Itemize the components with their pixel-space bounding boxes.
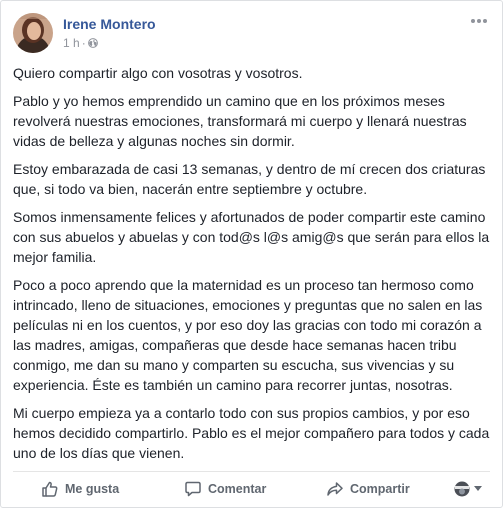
- comment-label: Comentar: [208, 482, 267, 496]
- post-timestamp[interactable]: 1 h: [63, 36, 80, 50]
- post-paragraph: Poco a poco aprendo que la maternidad es…: [13, 277, 483, 393]
- post-meta: 1 h ·: [63, 36, 98, 50]
- speech-bubble-icon: [184, 480, 202, 498]
- share-label: Compartir: [350, 482, 410, 496]
- post-card: Irene Montero 1 h · Quiero compartir alg…: [0, 0, 503, 508]
- post-actions-bar: Me gusta Comentar Compartir: [13, 472, 490, 506]
- profile-avatar-icon: [454, 481, 470, 497]
- post-paragraph: Somos inmensamente felices y afortunados…: [13, 209, 490, 265]
- like-label: Me gusta: [65, 482, 120, 496]
- like-button[interactable]: Me gusta: [41, 480, 119, 498]
- comment-button[interactable]: Comentar: [184, 480, 266, 498]
- post-body: Quiero compartir algo con vosotras y vos…: [13, 63, 490, 471]
- post-paragraph: Mi cuerpo empieza ya a contarlo todo con…: [13, 405, 490, 461]
- share-button[interactable]: Compartir: [326, 480, 410, 498]
- post-paragraph: Pablo y yo hemos emprendido un camino qu…: [13, 93, 467, 149]
- post-header: Irene Montero 1 h ·: [13, 13, 490, 57]
- author-name[interactable]: Irene Montero: [63, 16, 156, 32]
- share-arrow-icon: [326, 480, 344, 498]
- caret-down-icon: [474, 486, 482, 492]
- reaction-identity-selector[interactable]: [454, 481, 482, 497]
- post-paragraph: Quiero compartir algo con vosotras y vos…: [13, 65, 303, 81]
- more-options-icon[interactable]: [470, 15, 488, 25]
- public-globe-icon[interactable]: [87, 38, 98, 48]
- post-paragraph: Estoy embarazada de casi 13 semanas, y d…: [13, 161, 486, 197]
- meta-separator: ·: [81, 36, 86, 50]
- thumbs-up-icon: [41, 480, 59, 498]
- author-avatar[interactable]: [13, 13, 53, 53]
